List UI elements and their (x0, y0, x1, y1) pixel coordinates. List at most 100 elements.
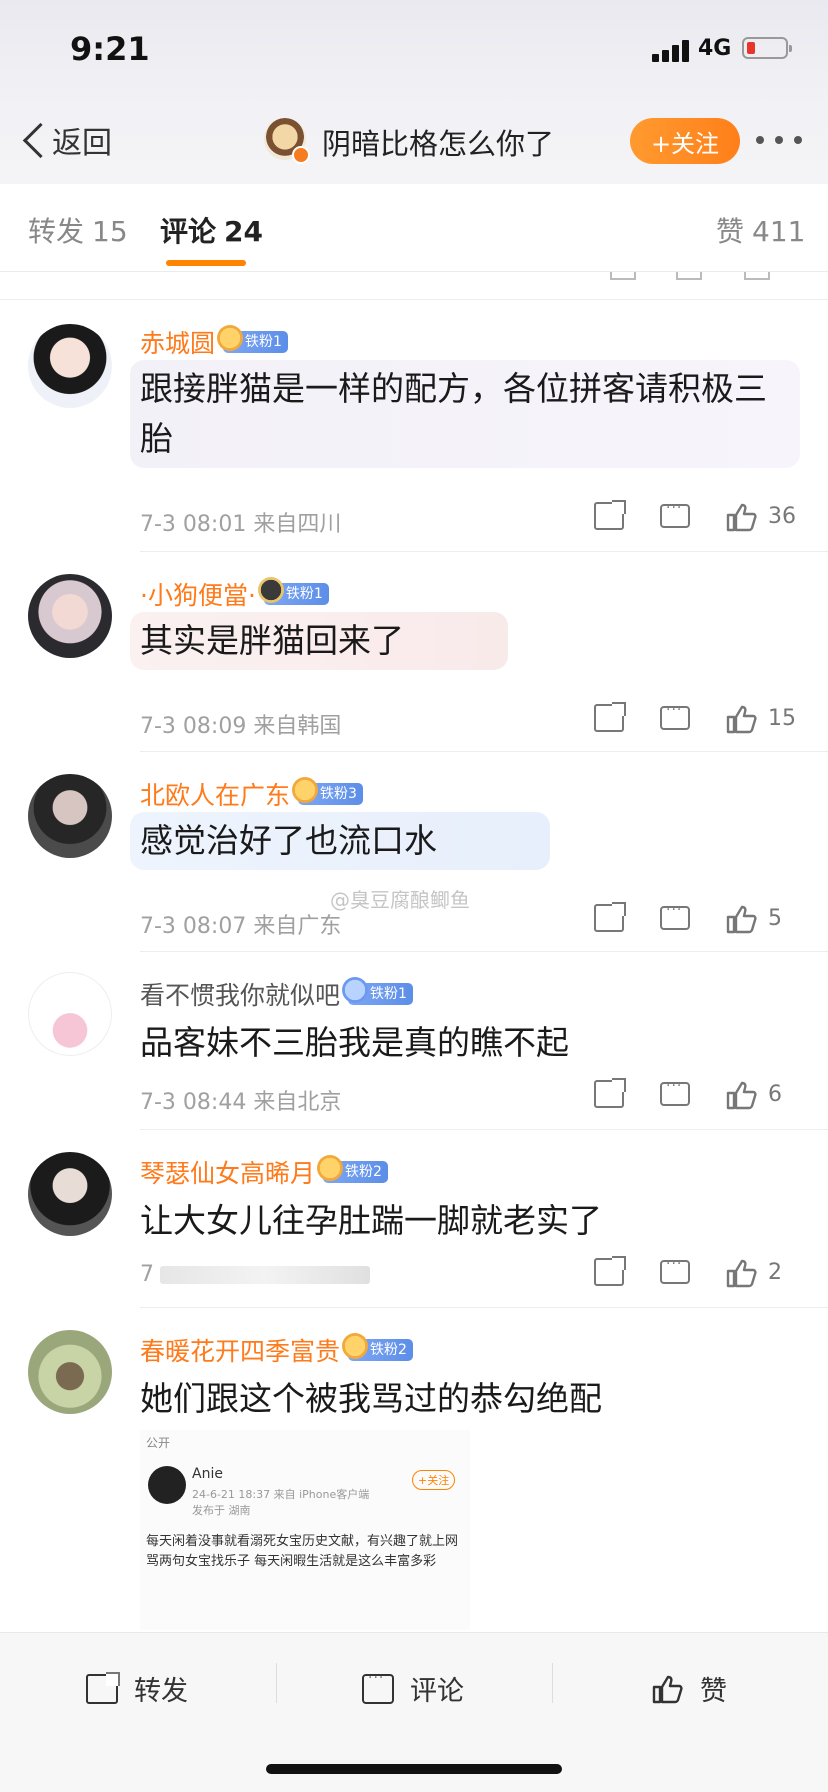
back-button[interactable]: 返回 (22, 118, 112, 162)
crown-icon (217, 325, 244, 351)
embedded-location: 发布于 湖南 (192, 1504, 251, 1517)
more-icon[interactable] (756, 136, 802, 146)
share-icon[interactable] (594, 1256, 626, 1286)
tab-repost[interactable]: 转发 15 (28, 210, 128, 250)
crown-icon (292, 777, 319, 803)
back-label: 返回 (52, 126, 112, 161)
comment-meta: 7-3 08:07 来自广东 (140, 914, 342, 939)
tab-bar: 转发 15 评论 24 赞 411 (0, 184, 828, 272)
like-count: 36 (768, 503, 796, 529)
tab-label: 转发 (28, 215, 85, 248)
comment-bubble: 感觉治好了也流口水 (130, 812, 550, 870)
share-icon (86, 1671, 120, 1704)
like-count: 5 (768, 905, 782, 931)
comment-bubble: 她们跟这个被我骂过的恭勾绝配 (130, 1370, 710, 1428)
embedded-meta: 24-6-21 18:37 来自 iPhone客户端 (192, 1488, 370, 1501)
avatar (148, 1466, 186, 1504)
comment-author[interactable]: 北欧人在广东 (140, 776, 290, 812)
comment-icon[interactable] (660, 902, 690, 930)
comment-icon[interactable] (660, 1078, 690, 1106)
top-header-area: 9:21 4G 返回 阴暗比格怎么你了 +关注 (0, 0, 828, 184)
embedded-text: 每天闲着没事就看溺死女宝历史文献，有兴趣了就上网骂两句女宝找乐子 每天闲暇生活就… (146, 1534, 459, 1569)
avatar[interactable] (264, 118, 310, 164)
embedded-follow: +关注 (412, 1470, 456, 1490)
comment-icon[interactable] (660, 1256, 690, 1284)
like-icon[interactable] (726, 704, 758, 734)
embedded-image[interactable]: 公开 Anie 24-6-21 18:37 来自 iPhone客户端 发布于 湖… (140, 1430, 470, 1630)
comment-label: 评论 (410, 1676, 464, 1707)
fan-badge: 铁粉1 (342, 977, 413, 1005)
share-icon[interactable] (594, 902, 626, 932)
like-icon[interactable] (726, 1080, 758, 1110)
comment-icon[interactable] (660, 702, 690, 730)
fan-badge: 铁粉2 (342, 1333, 413, 1361)
page-title[interactable]: 阴暗比格怎么你了 (322, 121, 554, 163)
share-icon[interactable] (594, 1078, 626, 1108)
like-count: 2 (768, 1259, 782, 1285)
watermark: @臭豆腐酿鲫鱼 (330, 888, 470, 912)
home-indicator (266, 1764, 562, 1774)
list-item (0, 272, 828, 300)
like-count: 6 (768, 1081, 782, 1107)
comment-bubble: 品客妹不三胎我是真的瞧不起 (130, 1014, 690, 1072)
like-icon[interactable] (726, 904, 758, 934)
fan-badge: 铁粉1 (217, 325, 288, 353)
visibility-label: 公开 (146, 1436, 171, 1450)
comment-meta: 7-3 08:01 来自四川 (140, 512, 342, 537)
comment-text: 跟接胖猫是一样的配方，各位拼客请积极三胎 (140, 369, 767, 458)
like-icon[interactable] (726, 502, 758, 532)
comment-text: 感觉治好了也流口水 (140, 821, 437, 860)
share-icon[interactable] (594, 702, 626, 732)
comment-bubble: 让大女儿往孕肚踹一脚就老实了 (130, 1192, 710, 1250)
comment-meta: 7-3 08:09 来自韩国 (140, 714, 342, 739)
comment-meta: 7 (140, 1262, 370, 1287)
divider (552, 1663, 553, 1703)
list-item: 北欧人在广东 铁粉3 感觉治好了也流口水 7-3 08:07 来自广东 5 (0, 752, 828, 952)
list-item: 看不惯我你就似吧 铁粉1 品客妹不三胎我是真的瞧不起 7-3 08:44 来自北… (0, 952, 828, 1130)
comment-author[interactable]: 琴瑟仙女高晞月 (140, 1154, 315, 1190)
divider (276, 1663, 277, 1703)
comment-meta: 7-3 08:44 来自北京 (140, 1090, 342, 1115)
comment-author[interactable]: 春暖花开四季富贵 (140, 1332, 340, 1368)
like-button[interactable]: 赞 (652, 1669, 727, 1708)
tab-count: 411 (752, 215, 806, 248)
comment-author[interactable]: ·小狗便當· (140, 576, 256, 612)
battery-icon (742, 37, 792, 59)
fan-badge: 铁粉2 (317, 1155, 388, 1183)
avatar[interactable] (28, 574, 112, 658)
like-icon[interactable] (726, 1258, 758, 1288)
list-item: 赤城圆 铁粉1 跟接胖猫是一样的配方，各位拼客请积极三胎 7-3 08:01 来… (0, 300, 828, 552)
tab-label: 评论 (160, 215, 217, 248)
follow-button[interactable]: +关注 (630, 118, 740, 164)
share-icon[interactable] (594, 500, 626, 530)
avatar[interactable] (28, 1152, 112, 1236)
network-type: 4G (698, 36, 732, 61)
tab-likes[interactable]: 赞 411 (716, 210, 805, 250)
embedded-author: Anie (192, 1466, 223, 1482)
avatar[interactable] (28, 972, 112, 1056)
avatar[interactable] (28, 1330, 112, 1414)
repost-button[interactable]: 转发 (86, 1669, 188, 1708)
comment-text: 品客妹不三胎我是真的瞧不起 (140, 1023, 569, 1062)
comment-author[interactable]: 赤城圆 (140, 324, 215, 360)
tab-count: 15 (92, 215, 128, 248)
like-label: 赞 (700, 1676, 727, 1707)
comment-icon[interactable] (660, 500, 690, 528)
comment-button[interactable]: 评论 (362, 1669, 464, 1708)
tab-indicator (166, 260, 246, 266)
list-item: ·小狗便當· 铁粉1 其实是胖猫回来了 7-3 08:09 来自韩国 15 (0, 552, 828, 752)
tab-comments[interactable]: 评论 24 (160, 210, 263, 250)
avatar[interactable] (28, 774, 112, 858)
comment-author[interactable]: 看不惯我你就似吧 (140, 976, 340, 1012)
crown-icon (257, 577, 284, 603)
avatar[interactable] (28, 324, 112, 408)
like-count: 15 (768, 705, 796, 731)
crown-icon (317, 1155, 344, 1181)
verified-icon (292, 146, 310, 164)
comment-bubble: 其实是胖猫回来了 (130, 612, 508, 670)
comment-text: 让大女儿往孕肚踹一脚就老实了 (140, 1201, 602, 1240)
list-item: 琴瑟仙女高晞月 铁粉2 让大女儿往孕肚踹一脚就老实了 7 2 (0, 1130, 828, 1308)
fan-badge: 铁粉1 (257, 577, 329, 605)
crown-icon (342, 1333, 369, 1359)
repost-label: 转发 (134, 1676, 188, 1707)
